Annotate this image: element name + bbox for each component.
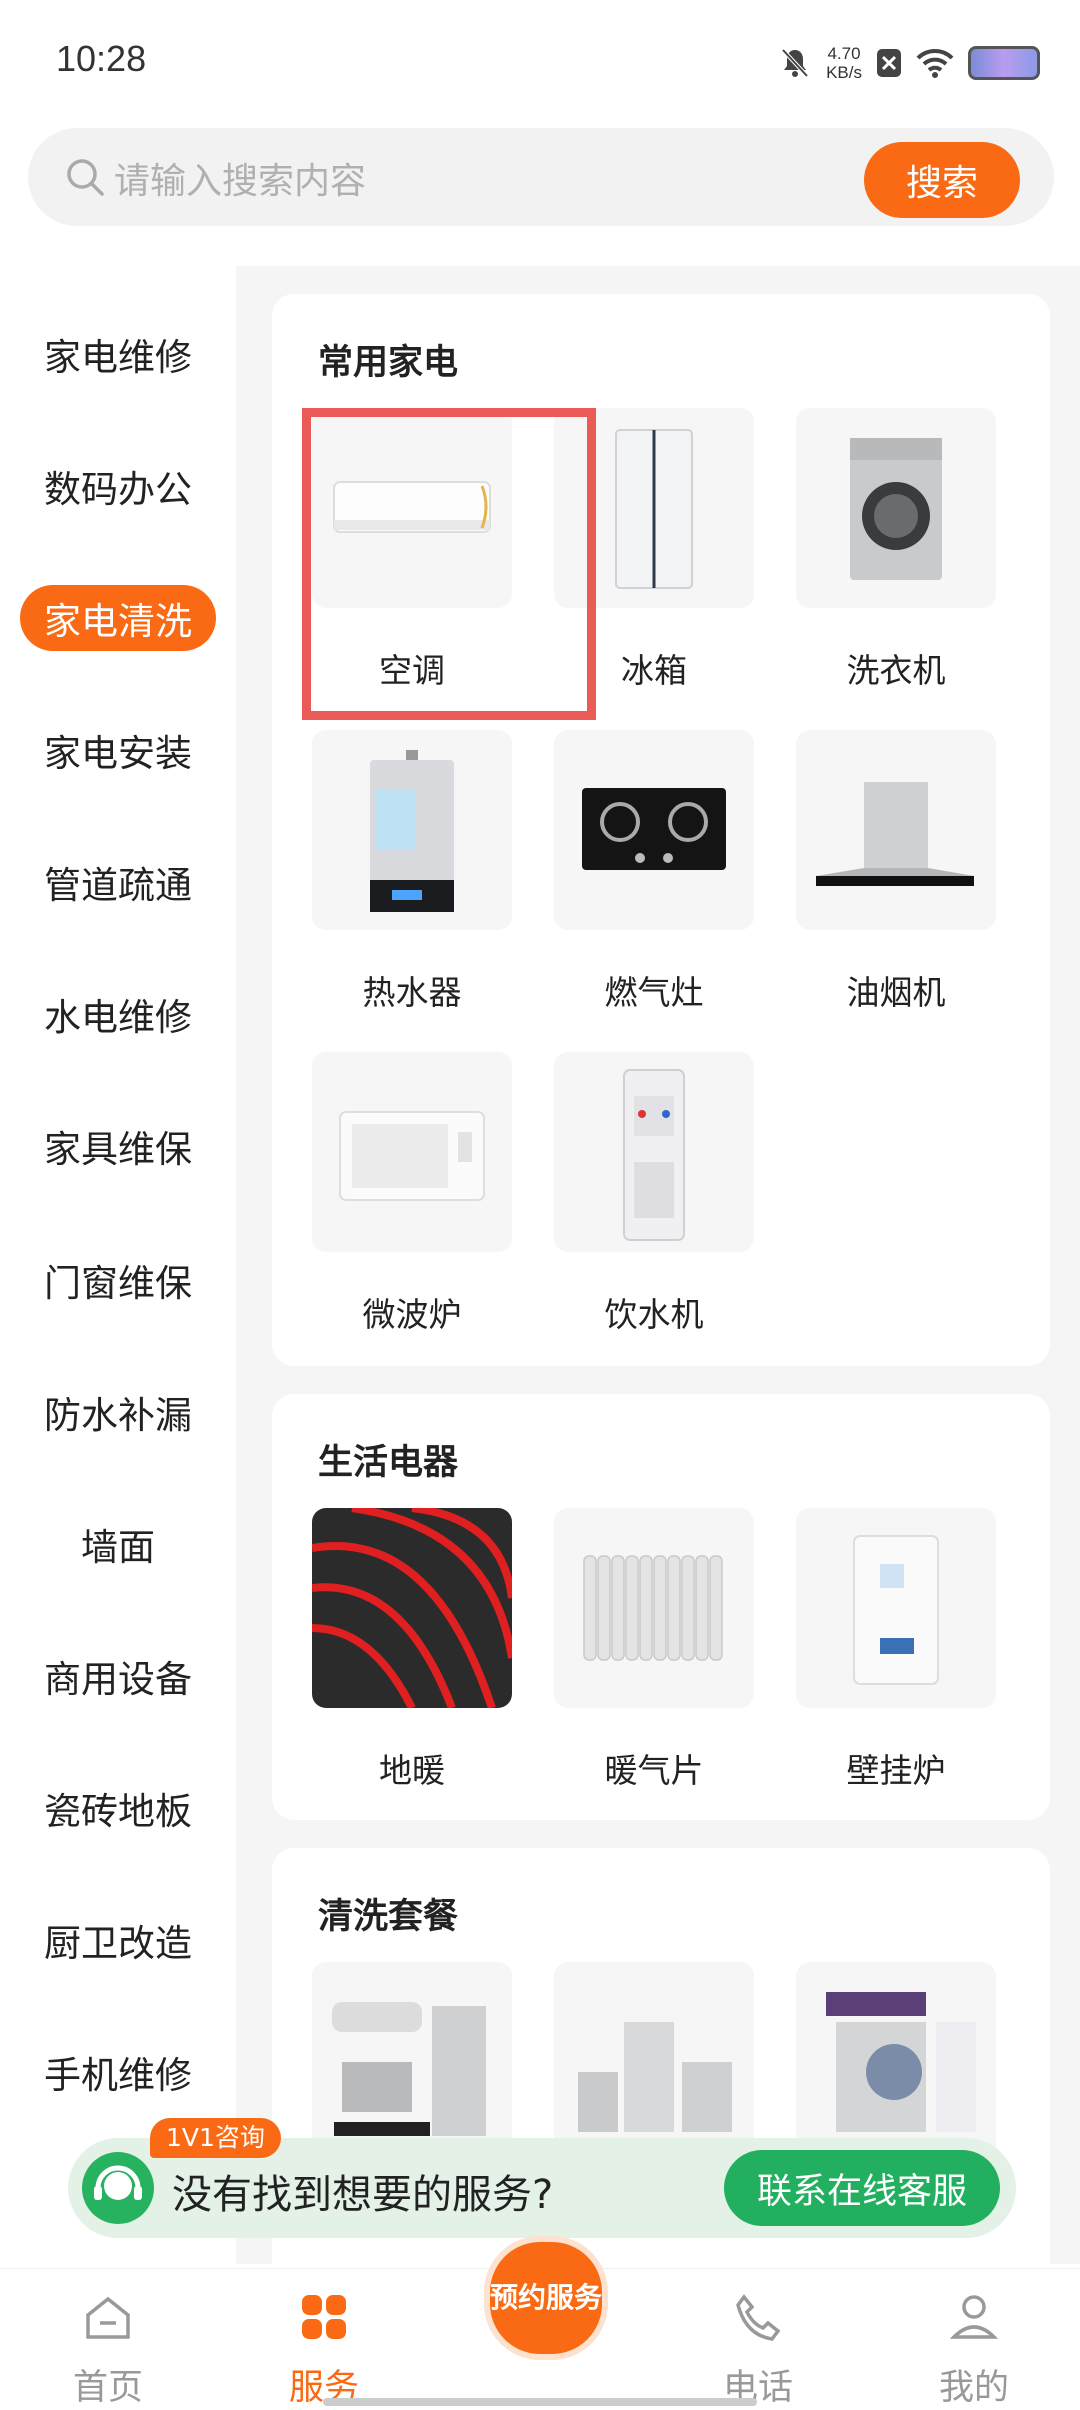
floor-heating-icon <box>312 1508 512 1708</box>
section-title: 生活电器 <box>318 1443 459 1483</box>
service-label: 地暖 <box>379 1751 445 1790</box>
service-label: 洗衣机 <box>846 651 946 690</box>
home-indicator <box>323 2398 757 2406</box>
battery-icon <box>968 46 1040 80</box>
sidebar-item-doors-windows[interactable]: 门窗维保 <box>0 1244 236 1316</box>
wifi-icon <box>916 48 954 78</box>
search-placeholder: 请输入搜索内容 <box>114 161 367 202</box>
tab-profile[interactable]: 我的 <box>874 2269 1074 2409</box>
search-button[interactable]: 搜索 <box>864 142 1020 218</box>
service-label: 壁挂炉 <box>846 1751 946 1790</box>
network-speed-value: 4.70 <box>827 44 861 63</box>
water-heater-icon <box>312 730 512 930</box>
search-area: 请输入搜索内容 搜索 <box>0 120 1080 266</box>
status-bar: 10:28 4.70 KB/s <box>0 0 1080 120</box>
service-gas-stove[interactable]: 燃气灶 <box>554 730 754 1014</box>
service-label: 燃气灶 <box>604 973 704 1012</box>
section-title: 常用家电 <box>318 343 459 383</box>
home-icon <box>86 2296 130 2339</box>
sidebar-item-appliance-repair[interactable]: 家电维修 <box>0 318 236 390</box>
sidebar-item-label: 商用设备 <box>44 1658 192 1701</box>
category-sidebar: 家电维修 数码办公 家电清洗 家电安装 管道疏通 水电维修 家具维保 门窗维保 … <box>0 266 236 2264</box>
tab-home[interactable]: 首页 <box>8 2269 208 2409</box>
tab-label: 首页 <box>72 2368 143 2408</box>
sidebar-item-phone-repair[interactable]: 手机维修 <box>0 2036 236 2108</box>
sidebar-item-label: 管道疏通 <box>44 864 192 907</box>
service-label: 微波炉 <box>362 1295 462 1334</box>
service-radiator[interactable]: 暖气片 <box>554 1508 754 1792</box>
tab-phone[interactable]: 电话 <box>658 2269 858 2409</box>
user-icon <box>949 2295 999 2339</box>
service-water-dispenser[interactable]: 饮水机 <box>554 1052 754 1336</box>
radiator-icon <box>554 1508 754 1708</box>
sidebar-item-appliance-cleaning[interactable]: 家电清洗 <box>0 582 236 654</box>
sidebar-item-appliance-install[interactable]: 家电安装 <box>0 714 236 786</box>
service-label: 暖气片 <box>604 1751 704 1790</box>
cleaning-package-icon <box>312 1962 512 2162</box>
sidebar-item-label: 家电维修 <box>44 336 192 379</box>
sidebar-item-walls[interactable]: 墙面 <box>0 1508 236 1580</box>
sidebar-item-tiles-floor[interactable]: 瓷砖地板 <box>0 1772 236 1844</box>
section-title: 清洗套餐 <box>318 1897 459 1937</box>
wall-boiler-icon <box>796 1508 996 1708</box>
status-icons: 4.70 KB/s <box>778 40 1040 86</box>
service-washing-machine[interactable]: 洗衣机 <box>796 408 996 692</box>
mute-bell-icon <box>781 48 809 78</box>
status-time: 10:28 <box>56 38 147 79</box>
service-label: 热水器 <box>362 973 462 1012</box>
service-water-heater[interactable]: 热水器 <box>312 730 512 1014</box>
sidebar-item-furniture[interactable]: 家具维保 <box>0 1110 236 1182</box>
sidebar-item-label: 数码办公 <box>44 468 192 511</box>
sidebar-item-label: 家具维保 <box>44 1128 192 1171</box>
cleaning-package-icon <box>796 1962 996 2162</box>
service-range-hood[interactable]: 油烟机 <box>796 730 996 1014</box>
consult-badge: 1V1咨询 <box>150 2118 281 2158</box>
search-input[interactable]: 请输入搜索内容 搜索 <box>28 128 1054 226</box>
sidebar-item-digital-office[interactable]: 数码办公 <box>0 450 236 522</box>
sidebar-item-pipe-unclog[interactable]: 管道疏通 <box>0 846 236 918</box>
sidebar-item-label: 水电维修 <box>44 996 192 1039</box>
service-floor-heating[interactable]: 地暖 <box>312 1508 512 1792</box>
water-dispenser-icon <box>554 1052 754 1252</box>
section-living-appliances: 生活电器 地暖 暖气片 壁挂炉 <box>272 1394 1050 1820</box>
cleaning-package-icon <box>554 1962 754 2162</box>
sidebar-item-commercial[interactable]: 商用设备 <box>0 1640 236 1712</box>
search-icon <box>67 159 104 196</box>
promo-text: 没有找到想要的服务? <box>172 2172 554 2218</box>
sidebar-item-label: 墙面 <box>81 1526 155 1569</box>
sidebar-item-label: 防水补漏 <box>44 1394 192 1437</box>
sidebar-item-label: 瓷砖地板 <box>44 1790 192 1833</box>
headset-icon <box>82 2152 154 2224</box>
network-speed-unit: KB/s <box>826 63 862 82</box>
sidebar-item-label: 厨卫改造 <box>44 1922 192 1965</box>
gas-stove-icon <box>554 730 754 930</box>
sidebar-item-plumbing-electric[interactable]: 水电维修 <box>0 978 236 1050</box>
tab-label: 我的 <box>938 2368 1009 2408</box>
tab-services[interactable]: 服务 <box>224 2269 424 2409</box>
microwave-icon <box>312 1052 512 1252</box>
services-grid-icon <box>302 2295 346 2339</box>
sidebar-item-kitchen-bath[interactable]: 厨卫改造 <box>0 1904 236 1976</box>
service-wall-boiler[interactable]: 壁挂炉 <box>796 1508 996 1792</box>
range-hood-icon <box>796 730 996 930</box>
sidebar-item-label: 手机维修 <box>44 2054 192 2097</box>
phone-icon <box>736 2294 781 2341</box>
contact-online-service-button[interactable]: 联系在线客服 <box>724 2150 1000 2226</box>
service-label: 饮水机 <box>604 1295 704 1334</box>
sim-blocked-icon <box>877 49 901 77</box>
network-speed: 4.70 KB/s <box>826 44 862 82</box>
sidebar-item-waterproofing[interactable]: 防水补漏 <box>0 1376 236 1448</box>
service-label: 油烟机 <box>846 973 946 1012</box>
selection-highlight <box>302 408 596 720</box>
sidebar-item-label: 门窗维保 <box>44 1262 192 1305</box>
sidebar-item-label: 家电安装 <box>44 732 192 775</box>
sidebar-item-label: 家电清洗 <box>20 585 216 651</box>
washing-machine-icon <box>796 408 996 608</box>
book-service-button[interactable]: 预约服务 <box>484 2236 608 2360</box>
service-grid-area: 常用家电 空调 冰箱 洗衣机 热水器 燃气灶 油烟机 微波炉 饮水机 生活电器 … <box>236 266 1080 2264</box>
service-microwave[interactable]: 微波炉 <box>312 1052 512 1336</box>
